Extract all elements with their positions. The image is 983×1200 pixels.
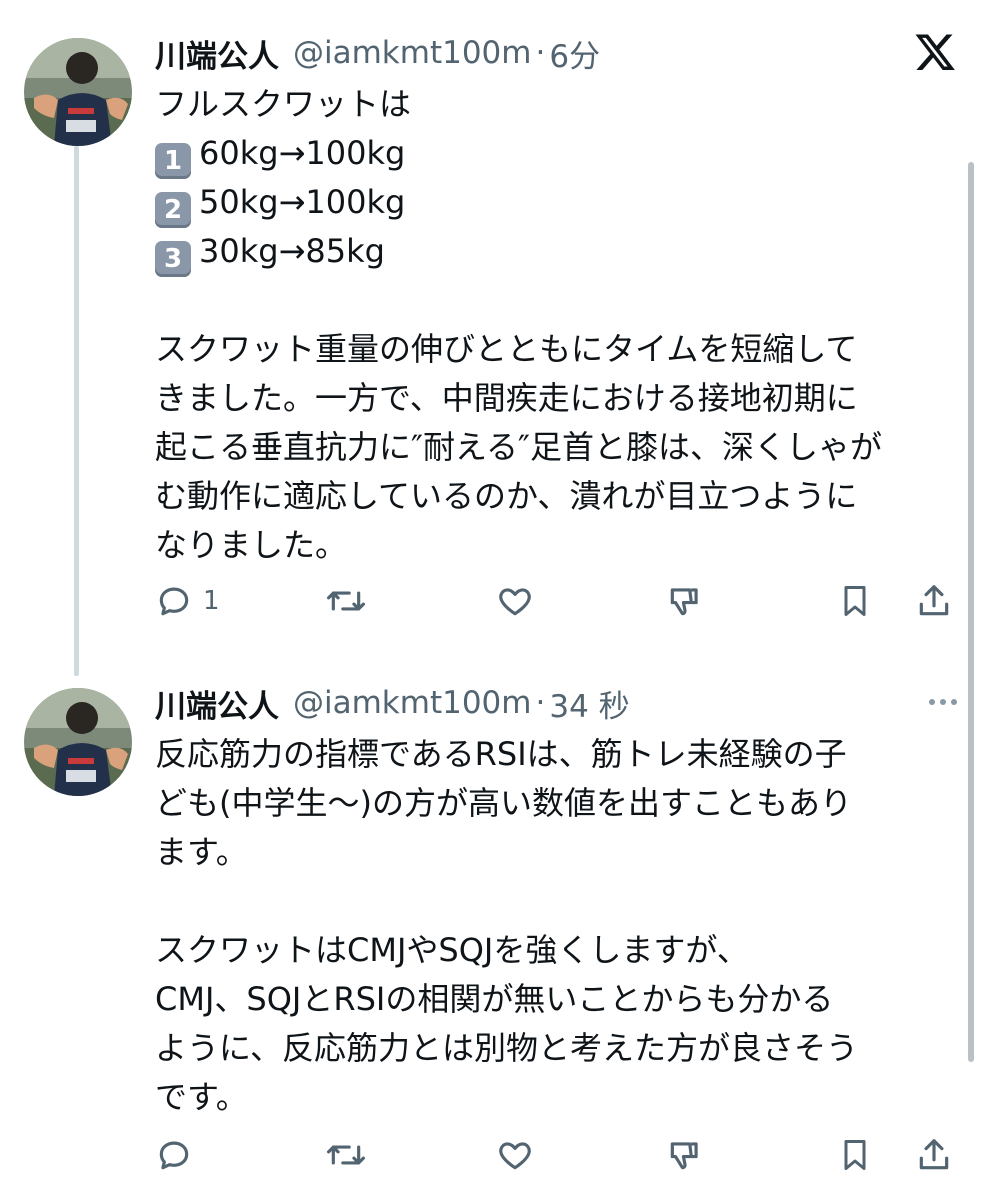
author-name[interactable]: 川端公人 <box>155 31 279 76</box>
reply-button[interactable] <box>155 1132 193 1178</box>
text-line: ども(中学生〜)の方が高い数値を出すこともあり <box>155 784 852 822</box>
text-line: フルスクワットは <box>155 85 412 123</box>
author-handle[interactable]: @iamkmt100m <box>293 35 531 71</box>
list-item-text: 30kg→85kg <box>199 232 385 270</box>
thread-connector <box>74 146 79 676</box>
separator: · <box>535 685 546 721</box>
text-line: スクワット重量の伸びとともにタイムを短縮して <box>155 330 858 368</box>
share-button[interactable] <box>915 578 953 624</box>
like-icon <box>499 588 531 616</box>
retweet-button[interactable] <box>325 578 367 624</box>
text-line: む動作に適応しているのか、潰れが目立つように <box>155 477 858 515</box>
dislike-icon <box>670 588 698 616</box>
text-line: 反応筋力の指標であるRSIは、筋トレ未経験の子 <box>155 735 847 773</box>
like-button[interactable] <box>495 1132 535 1178</box>
share-icon <box>919 585 949 616</box>
keycap-2-icon: 2 <box>155 192 191 228</box>
author-handle[interactable]: @iamkmt100m <box>293 685 531 721</box>
list-item-text: 50kg→100kg <box>199 183 406 221</box>
text-line: きました。一方で、中間疾走における接地初期に <box>155 379 858 417</box>
list-item: 3 30kg→85kg <box>155 227 882 277</box>
dislike-button[interactable] <box>665 578 705 624</box>
tweet-text: フルスクワットは 1 60kg→100kg 2 50kg→100kg 3 30kg→8… <box>155 80 882 570</box>
dislike-icon <box>670 1142 698 1170</box>
author-name[interactable]: 川端公人 <box>155 681 279 726</box>
scrollbar[interactable] <box>968 162 974 1062</box>
bookmark-button[interactable] <box>837 1132 873 1178</box>
text-line: CMJ、SQJとRSIの相関が無いことからも分かる <box>155 980 834 1018</box>
tweet-text: 反応筋力の指標であるRSIは、筋トレ未経験の子 ども(中学生〜)の方が高い数値を… <box>155 730 858 1122</box>
action-bar <box>155 1132 960 1178</box>
bookmark-button[interactable] <box>837 578 873 624</box>
bookmark-icon <box>844 1140 866 1170</box>
timestamp[interactable]: 34 秒 <box>549 681 629 726</box>
text-line: スクワットはCMJやSQJを強くしますが、 <box>155 931 749 969</box>
text-line: 起こる垂直抗力に″耐える″足首と膝は、深くしゃが <box>155 428 882 466</box>
text-line: です。 <box>155 1078 248 1116</box>
reply-icon <box>159 587 189 616</box>
list-item: 2 50kg→100kg <box>155 178 882 228</box>
list-item-text: 60kg→100kg <box>199 134 406 172</box>
avatar[interactable] <box>24 38 132 146</box>
retweet-icon <box>327 591 365 611</box>
like-icon <box>499 1142 531 1170</box>
reply-button[interactable]: 1 <box>155 578 220 624</box>
keycap-1-icon: 1 <box>155 143 191 179</box>
text-line: ます。 <box>155 833 248 871</box>
reply-icon <box>159 1141 189 1170</box>
list-item: 1 60kg→100kg <box>155 129 882 179</box>
keycap-3-icon: 3 <box>155 241 191 277</box>
share-button[interactable] <box>915 1132 953 1178</box>
more-options-icon[interactable] <box>929 690 957 714</box>
reply-count: 1 <box>203 586 220 616</box>
x-logo-icon[interactable] <box>915 32 955 72</box>
separator: · <box>535 35 546 71</box>
retweet-icon <box>327 1145 365 1165</box>
dislike-button[interactable] <box>665 1132 705 1178</box>
timestamp[interactable]: 6分 <box>549 31 600 76</box>
retweet-button[interactable] <box>325 1132 367 1178</box>
action-bar: 1 <box>155 578 960 624</box>
text-line: なりました。 <box>155 526 348 564</box>
like-button[interactable] <box>495 578 535 624</box>
bookmark-icon <box>844 586 866 616</box>
avatar[interactable] <box>24 688 132 796</box>
share-icon <box>919 1139 949 1170</box>
text-line: ように、反応筋力とは別物と考えた方が良さそう <box>155 1029 859 1067</box>
